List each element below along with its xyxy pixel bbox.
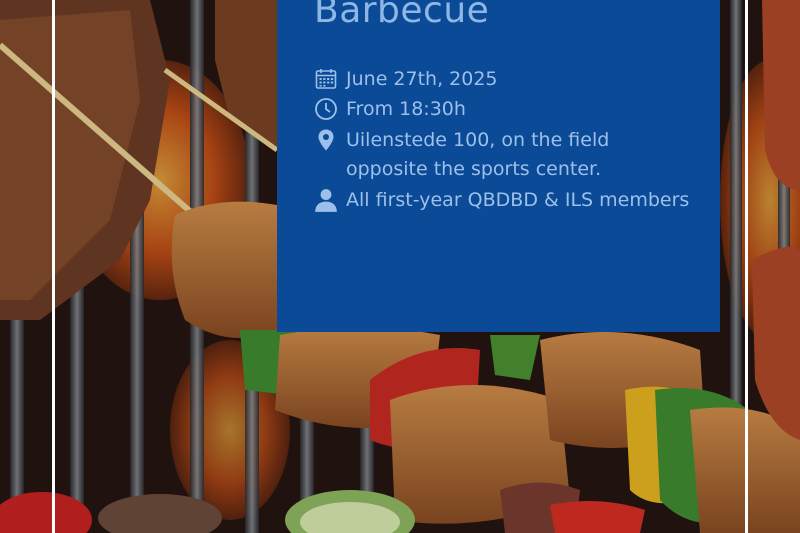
- person-icon: [312, 186, 340, 214]
- event-title: Barbecue: [314, 0, 490, 31]
- event-time: From 18:30h: [346, 98, 466, 120]
- event-audience: All first-year QBDBD & ILS members: [346, 189, 690, 211]
- event-location: Uilenstede 100, on the field opposite th…: [346, 129, 610, 180]
- divider-line-left: [52, 0, 55, 533]
- event-time-row: From 18:30h: [312, 95, 466, 124]
- map-pin-icon: [312, 126, 340, 154]
- event-date-row: June 27th, 2025: [312, 65, 498, 94]
- event-info-card: Barbecue June 27th, 2025 From 18:30h Uil…: [277, 0, 720, 332]
- event-location-row: Uilenstede 100, on the field opposite th…: [312, 126, 696, 184]
- clock-icon: [312, 95, 340, 123]
- event-audience-row: All first-year QBDBD & ILS members: [312, 186, 689, 215]
- divider-line-right: [745, 0, 748, 533]
- event-date: June 27th, 2025: [346, 68, 498, 90]
- calendar-icon: [312, 65, 340, 93]
